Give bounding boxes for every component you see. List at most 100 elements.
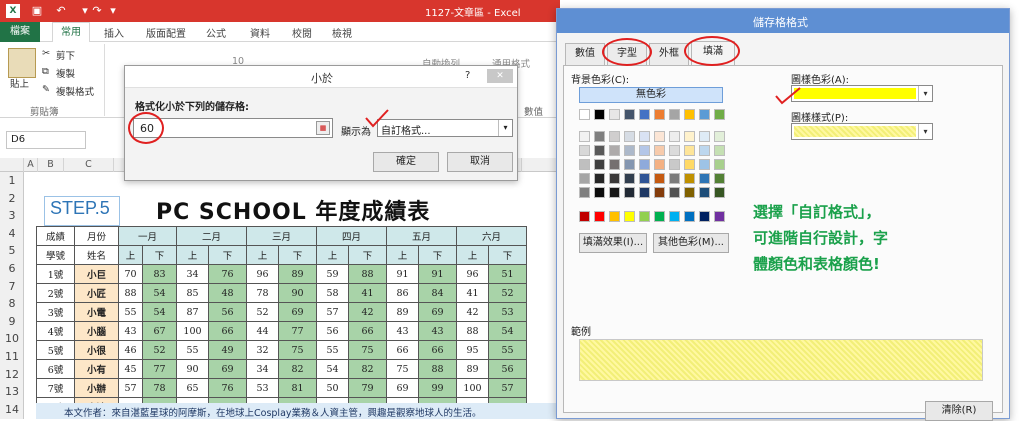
score-cell[interactable]: 83 xyxy=(142,264,177,284)
score-cell[interactable]: 52 xyxy=(488,283,527,303)
student-name-cell[interactable]: 小辦 xyxy=(74,378,119,398)
chevron-down-icon[interactable]: ▾ xyxy=(498,120,512,136)
tab-number[interactable]: 數值 xyxy=(565,43,605,65)
standard-color-swatch[interactable] xyxy=(624,211,635,222)
score-cell[interactable]: 48 xyxy=(208,283,247,303)
score-cell[interactable]: 56 xyxy=(208,302,247,322)
score-cell[interactable]: 56 xyxy=(316,321,349,341)
format-painter-button[interactable]: 複製格式 xyxy=(56,84,94,98)
color-swatch[interactable] xyxy=(609,187,620,198)
color-swatch[interactable] xyxy=(609,173,620,184)
color-swatch[interactable] xyxy=(714,187,725,198)
no-color-button[interactable]: 無色彩 xyxy=(579,87,723,103)
score-cell[interactable]: 96 xyxy=(456,264,489,284)
color-swatch[interactable] xyxy=(684,131,695,142)
color-swatch[interactable] xyxy=(669,131,680,142)
score-cell[interactable]: 45 xyxy=(118,359,143,379)
color-swatch[interactable] xyxy=(639,145,650,156)
color-swatch[interactable] xyxy=(654,187,665,198)
score-cell[interactable]: 42 xyxy=(456,302,489,322)
student-id-cell[interactable]: 4號 xyxy=(36,321,75,341)
more-colors-button[interactable]: 其他色彩(M)... xyxy=(653,233,729,253)
color-swatch[interactable] xyxy=(714,173,725,184)
score-cell[interactable]: 54 xyxy=(142,302,177,322)
color-swatch[interactable] xyxy=(699,173,710,184)
score-cell[interactable]: 69 xyxy=(278,302,317,322)
score-cell[interactable]: 55 xyxy=(488,340,527,360)
tab-formulas[interactable]: 公式 xyxy=(206,25,226,40)
color-swatch[interactable] xyxy=(594,159,605,170)
color-swatch[interactable] xyxy=(624,173,635,184)
column-header-a[interactable]: A xyxy=(24,158,38,172)
student-name-cell[interactable]: 小電 xyxy=(74,302,119,322)
color-swatch[interactable] xyxy=(594,187,605,198)
score-cell[interactable]: 69 xyxy=(208,359,247,379)
score-cell[interactable]: 65 xyxy=(176,378,209,398)
score-cell[interactable]: 54 xyxy=(142,283,177,303)
row-header-11[interactable]: 11 xyxy=(0,350,24,363)
score-cell[interactable]: 43 xyxy=(386,321,419,341)
score-cell[interactable]: 99 xyxy=(418,378,457,398)
score-cell[interactable]: 100 xyxy=(456,378,489,398)
tab-home[interactable]: 常用 xyxy=(52,22,90,43)
score-cell[interactable]: 55 xyxy=(118,302,143,322)
score-cell[interactable]: 79 xyxy=(348,378,387,398)
color-swatch[interactable] xyxy=(699,109,710,120)
color-swatch[interactable] xyxy=(624,159,635,170)
redo-icon[interactable]: ↷ xyxy=(90,4,104,18)
tab-page-layout[interactable]: 版面配置 xyxy=(146,25,186,40)
score-cell[interactable]: 49 xyxy=(208,340,247,360)
score-cell[interactable]: 81 xyxy=(278,378,317,398)
color-swatch[interactable] xyxy=(654,173,665,184)
score-cell[interactable]: 41 xyxy=(348,283,387,303)
score-cell[interactable]: 44 xyxy=(246,321,279,341)
standard-color-swatch[interactable] xyxy=(594,211,605,222)
color-swatch[interactable] xyxy=(579,145,590,156)
clear-button[interactable]: 清除(R) xyxy=(925,401,993,421)
color-swatch[interactable] xyxy=(714,109,725,120)
dropdown-arrow-icon[interactable]: ▾ xyxy=(106,4,120,18)
color-swatch[interactable] xyxy=(654,145,665,156)
score-cell[interactable]: 52 xyxy=(142,340,177,360)
score-cell[interactable]: 66 xyxy=(348,321,387,341)
score-cell[interactable]: 67 xyxy=(142,321,177,341)
standard-color-swatch[interactable] xyxy=(609,211,620,222)
score-cell[interactable]: 85 xyxy=(176,283,209,303)
color-swatch[interactable] xyxy=(624,187,635,198)
color-swatch[interactable] xyxy=(609,145,620,156)
tab-view[interactable]: 檢視 xyxy=(332,25,352,40)
format-painter-icon[interactable]: ✎ xyxy=(42,84,50,95)
score-cell[interactable]: 54 xyxy=(488,321,527,341)
tab-data[interactable]: 資料 xyxy=(250,25,270,40)
close-icon[interactable]: ✕ xyxy=(487,69,513,83)
row-header-13[interactable]: 13 xyxy=(0,385,24,398)
score-cell[interactable]: 53 xyxy=(246,378,279,398)
color-swatch[interactable] xyxy=(654,159,665,170)
color-swatch[interactable] xyxy=(609,131,620,142)
row-header-9[interactable]: 9 xyxy=(0,315,24,328)
standard-color-swatch[interactable] xyxy=(669,211,680,222)
score-cell[interactable]: 69 xyxy=(386,378,419,398)
score-cell[interactable]: 58 xyxy=(316,283,349,303)
color-swatch[interactable] xyxy=(639,159,650,170)
score-cell[interactable]: 55 xyxy=(176,340,209,360)
range-select-icon[interactable]: ▦ xyxy=(316,121,330,135)
score-cell[interactable]: 34 xyxy=(246,359,279,379)
student-id-cell[interactable]: 6號 xyxy=(36,359,75,379)
score-cell[interactable]: 95 xyxy=(456,340,489,360)
color-swatch[interactable] xyxy=(714,145,725,156)
color-swatch[interactable] xyxy=(639,131,650,142)
score-cell[interactable]: 91 xyxy=(386,264,419,284)
color-swatch[interactable] xyxy=(639,187,650,198)
color-swatch[interactable] xyxy=(654,109,665,120)
score-cell[interactable]: 78 xyxy=(246,283,279,303)
score-cell[interactable]: 91 xyxy=(418,264,457,284)
score-cell[interactable]: 76 xyxy=(208,378,247,398)
score-cell[interactable]: 46 xyxy=(118,340,143,360)
student-id-cell[interactable]: 1號 xyxy=(36,264,75,284)
row-header-3[interactable]: 3 xyxy=(0,209,24,222)
score-cell[interactable]: 69 xyxy=(418,302,457,322)
score-cell[interactable]: 66 xyxy=(418,340,457,360)
color-swatch[interactable] xyxy=(669,187,680,198)
score-cell[interactable]: 89 xyxy=(456,359,489,379)
